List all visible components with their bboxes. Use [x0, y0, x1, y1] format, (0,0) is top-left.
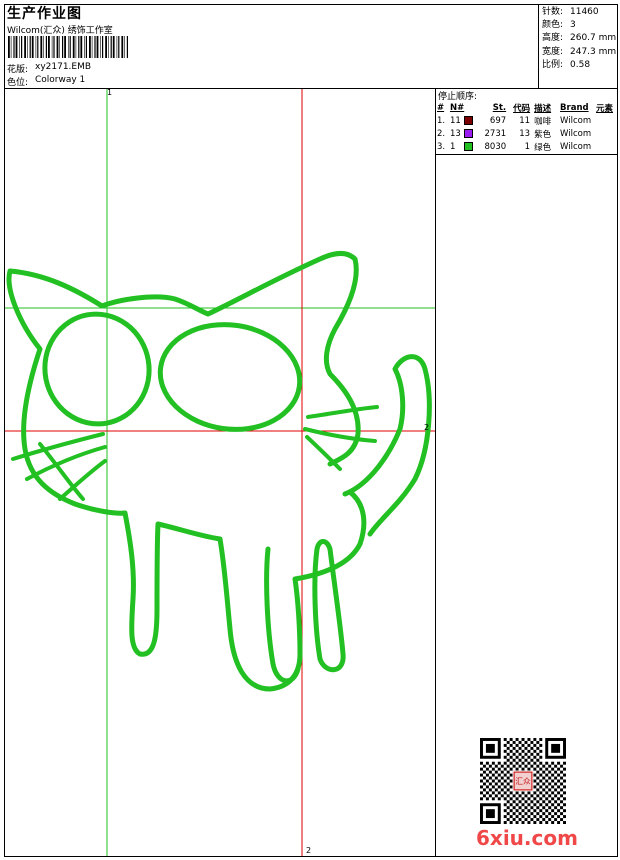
- stat-row: 高度: 260.7 mm: [542, 32, 616, 45]
- stat-row: 颜色: 3: [542, 19, 576, 32]
- color-swatch: [464, 128, 474, 138]
- cat-left-front-leg: [312, 539, 346, 673]
- row-index: 3.: [437, 141, 446, 152]
- design-value: xy2171.EMB: [35, 62, 92, 72]
- col-header-swatch: [464, 101, 479, 114]
- row-brand: Wilcom: [560, 141, 592, 152]
- stat-value: 11460: [570, 7, 599, 17]
- row-brand: Wilcom: [560, 115, 592, 126]
- col-header-stitches: St.: [492, 102, 507, 113]
- qr-code: 汇众: [480, 738, 566, 824]
- col-header-element: 元素: [596, 103, 614, 114]
- row-stitches: 8030: [484, 141, 507, 152]
- row-index: 2.: [437, 128, 446, 139]
- stat-row: 比例: 0.58: [542, 59, 590, 72]
- col-header-index: #: [437, 102, 445, 113]
- stamp-text: 汇众: [515, 777, 531, 786]
- col-header-description: 描述: [534, 103, 552, 114]
- row-code: 13: [519, 128, 531, 139]
- stat-label: 针数:: [542, 7, 564, 17]
- stat-label: 颜色:: [542, 20, 564, 31]
- design-label: 花版:: [7, 65, 29, 75]
- table-row: 2. 13 2731 13 紫色 Wilcom: [437, 127, 620, 140]
- embroidery-preview: [5, 89, 435, 856]
- barcode: [8, 36, 128, 58]
- color-swatch: [464, 115, 474, 125]
- row-description: 咖啡: [534, 116, 552, 127]
- row-stitches: 697: [489, 115, 507, 126]
- col-header-code: 代码: [513, 103, 531, 114]
- cat-whisker: [305, 435, 342, 471]
- row-index: 1.: [437, 115, 446, 126]
- company-name: Wilcom(汇众) 绣饰工作室: [7, 26, 113, 36]
- table-row: 1. 11 697 11 咖啡 Wilcom: [437, 114, 620, 127]
- row-needle: 11: [449, 115, 461, 126]
- row-stitches: 2731: [484, 128, 507, 139]
- sidebar-table-divider: [435, 154, 618, 155]
- row-description: 绿色: [534, 142, 552, 153]
- stat-value: 0.58: [570, 59, 591, 70]
- stop-sequence-table: # N# St. 代码 描述 Brand 元素 1. 11 697 11 咖啡 …: [437, 101, 620, 153]
- page-title: 生产作业图: [7, 6, 82, 22]
- cat-right-eye: [157, 322, 303, 432]
- stats-panel: 针数: 11460 颜色: 3 高度: 260.7 mm 宽度: 247.3 mm 比例…: [542, 6, 616, 72]
- guide-marker-top: 1: [107, 88, 113, 97]
- stat-value: 247.3 mm: [570, 46, 617, 57]
- row-brand: Wilcom: [560, 128, 592, 139]
- cat-left-eye: [42, 311, 152, 427]
- row-description: 紫色: [534, 129, 552, 140]
- col-header-needle: N#: [449, 102, 465, 113]
- guide-marker-bottom: 2: [306, 846, 312, 855]
- stat-value: 3: [570, 20, 576, 31]
- cat-right-leg: [264, 546, 301, 684]
- colorway-label: 色位:: [7, 78, 29, 88]
- colorway-value: Colorway 1: [35, 75, 86, 85]
- cat-tail: [342, 354, 432, 537]
- row-needle: 13: [449, 128, 461, 139]
- cat-whisker: [306, 405, 379, 419]
- row-code: 1: [524, 141, 531, 152]
- table-row: 3. 1 8030 1 绿色 Wilcom: [437, 140, 620, 153]
- site-logo: 6xiu.com: [476, 826, 578, 850]
- table-header-row: # N# St. 代码 描述 Brand 元素: [437, 101, 620, 114]
- design-canvas: [5, 89, 435, 856]
- row-needle: 1: [449, 141, 456, 152]
- stat-label: 宽度:: [542, 46, 564, 57]
- color-swatch: [464, 141, 474, 151]
- stat-label: 比例:: [542, 59, 564, 70]
- col-header-brand: Brand: [560, 102, 589, 113]
- cat-design: [6, 250, 432, 692]
- canvas-sidebar-divider: [435, 88, 436, 857]
- stat-row: 宽度: 247.3 mm: [542, 46, 616, 59]
- stat-row: 针数: 11460: [542, 6, 599, 19]
- guide-marker-right: 2: [424, 423, 430, 432]
- row-code: 11: [519, 115, 531, 126]
- stat-value: 260.7 mm: [570, 33, 617, 44]
- stat-label: 高度:: [542, 33, 564, 44]
- header-stats-divider: [538, 4, 539, 88]
